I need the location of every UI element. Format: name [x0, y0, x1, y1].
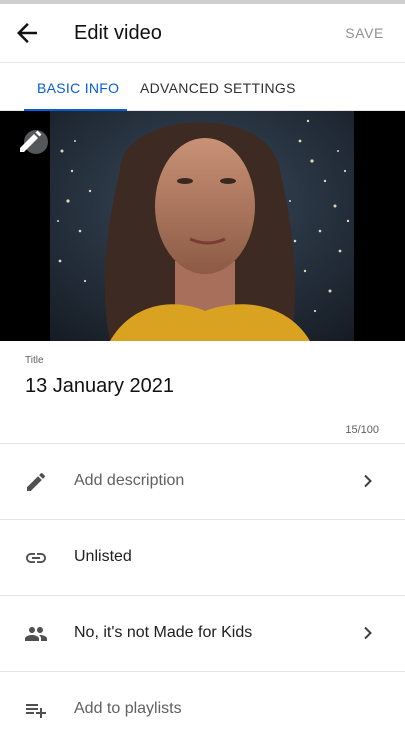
- add-description-label: Add description: [74, 472, 185, 489]
- visibility-label: Unlisted: [74, 548, 132, 565]
- pencil-icon: [27, 472, 46, 491]
- add-to-playlists-row[interactable]: Add to playlists: [0, 672, 405, 747]
- add-to-playlists-label: Add to playlists: [74, 700, 182, 717]
- edit-thumbnail-button[interactable]: [14, 124, 50, 160]
- visibility-row[interactable]: Unlisted: [0, 520, 405, 595]
- title-char-counter: 15/100: [345, 424, 379, 436]
- pencil-icon: [20, 130, 48, 154]
- page-title: Edit video: [74, 22, 162, 44]
- save-button[interactable]: SAVE: [345, 25, 384, 41]
- title-field-label: Title: [25, 355, 44, 366]
- link-icon: [26, 553, 46, 563]
- back-button[interactable]: [12, 18, 42, 48]
- tab-bar: BASIC INFO ADVANCED SETTINGS: [0, 62, 405, 111]
- app-bar: Edit video SAVE: [0, 4, 405, 62]
- tab-basic-info[interactable]: BASIC INFO: [37, 80, 119, 96]
- video-thumbnail[interactable]: [0, 111, 405, 341]
- chevron-right-icon: [364, 474, 372, 488]
- chevron-right-icon: [364, 626, 372, 640]
- people-icon: [25, 627, 47, 641]
- tab-advanced-settings[interactable]: ADVANCED SETTINGS: [140, 80, 296, 96]
- add-description-row[interactable]: Add description: [0, 444, 405, 519]
- title-field-input[interactable]: 13 January 2021: [25, 375, 174, 398]
- playlist-add-icon: [26, 704, 46, 718]
- made-for-kids-row[interactable]: No, it's not Made for Kids: [0, 596, 405, 671]
- arrow-left-icon: [17, 23, 37, 43]
- thumbnail-image: [50, 111, 354, 341]
- made-for-kids-label: No, it's not Made for Kids: [74, 624, 253, 641]
